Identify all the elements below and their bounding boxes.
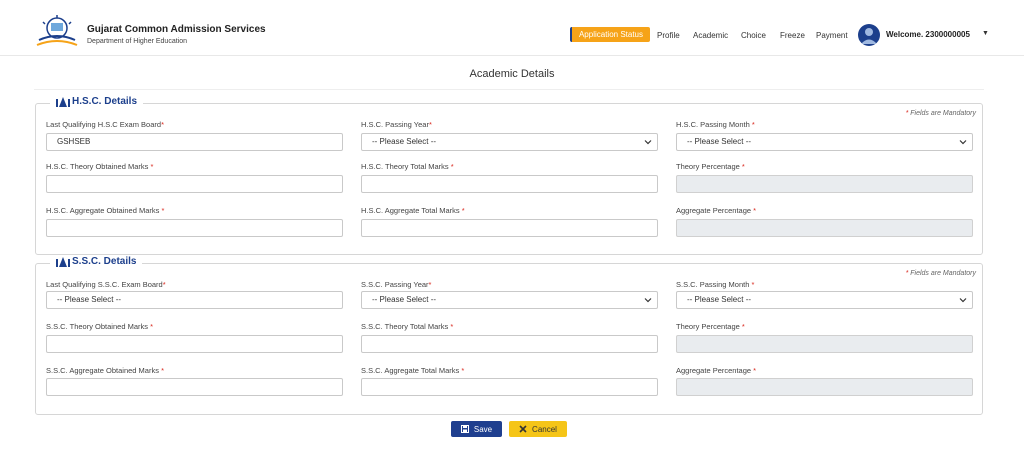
ssc-exam-board-label: Last Qualifying S.S.C. Exam Board* — [46, 280, 166, 289]
hsc-passing-month-select[interactable]: -- Please Select -- — [676, 133, 973, 151]
title-divider — [34, 89, 984, 90]
nav-profile[interactable]: Profile — [657, 31, 680, 40]
ssc-aggregate-total-input[interactable] — [361, 378, 658, 396]
hsc-theory-total-input[interactable] — [361, 175, 658, 193]
ssc-passing-month-label: S.S.C. Passing Month * — [676, 280, 755, 289]
hsc-aggregate-total-label: H.S.C. Aggregate Total Marks * — [361, 206, 465, 215]
hsc-theory-obtained-label: H.S.C. Theory Obtained Marks * — [46, 162, 154, 171]
hsc-aggregate-obtained-input[interactable] — [46, 219, 343, 237]
close-icon — [519, 425, 527, 433]
page-title: Academic Details — [469, 68, 555, 80]
caret-down-icon[interactable]: ▼ — [982, 30, 989, 37]
ssc-theory-percentage-label: Theory Percentage * — [676, 322, 745, 331]
hsc-details-panel: H.S.C. Details * Fields are Mandatory La… — [35, 96, 983, 255]
ssc-passing-year-label: S.S.C. Passing Year* — [361, 280, 432, 289]
hsc-theory-percentage-input — [676, 175, 973, 193]
hsc-passing-year-select[interactable]: -- Please Select -- — [361, 133, 658, 151]
hsc-exam-board-select[interactable]: GSHSEB — [46, 133, 343, 151]
chevron-down-icon — [644, 140, 652, 145]
chevron-down-icon — [959, 298, 967, 303]
hsc-legend-text: H.S.C. Details — [72, 96, 138, 107]
ssc-aggregate-total-label: S.S.C. Aggregate Total Marks * — [361, 366, 465, 375]
gcas-logo-icon — [36, 15, 78, 46]
ssc-theory-total-label: S.S.C. Theory Total Marks * — [361, 322, 454, 331]
hsc-theory-percentage-label: Theory Percentage * — [676, 162, 745, 171]
ssc-theory-percentage-input — [676, 335, 973, 353]
user-icon — [861, 28, 877, 44]
hsc-legend: H.S.C. Details — [50, 96, 144, 107]
ssc-legend-text: S.S.C. Details — [72, 256, 137, 267]
save-label: Save — [473, 424, 493, 434]
ssc-details-panel: S.S.C. Details * Fields are Mandatory La… — [35, 256, 983, 415]
nav-freeze[interactable]: Freeze — [780, 31, 805, 40]
welcome-text[interactable]: Welcome. 2300000005 — [886, 30, 970, 39]
hsc-passing-month-label: H.S.C. Passing Month * — [676, 120, 755, 129]
ssc-aggregate-percentage-input — [676, 378, 973, 396]
hsc-theory-obtained-input[interactable] — [46, 175, 343, 193]
ssc-passing-month-select[interactable]: -- Please Select -- — [676, 291, 973, 309]
brand-subtitle: Department of Higher Education — [87, 38, 187, 45]
ssc-aggregate-percentage-label: Aggregate Percentage * — [676, 366, 757, 375]
user-avatar[interactable] — [858, 24, 880, 46]
floppy-disk-icon — [460, 425, 469, 433]
institution-icon — [56, 256, 70, 267]
top-header: Gujarat Common Admission Services Depart… — [0, 0, 1024, 56]
ssc-theory-obtained-input[interactable] — [46, 335, 343, 353]
hsc-aggregate-percentage-label: Aggregate Percentage * — [676, 206, 757, 215]
ssc-passing-year-select[interactable]: -- Please Select -- — [361, 291, 658, 309]
ssc-theory-total-input[interactable] — [361, 335, 658, 353]
chevron-down-icon — [644, 298, 652, 303]
mandatory-note: * Fields are Mandatory — [905, 270, 976, 277]
nav-choice[interactable]: Choice — [741, 31, 766, 40]
brand-title: Gujarat Common Admission Services — [87, 24, 266, 35]
ssc-aggregate-obtained-input[interactable] — [46, 378, 343, 396]
ssc-exam-board-select[interactable]: -- Please Select -- — [46, 291, 343, 309]
nav-application-status[interactable]: Application Status — [570, 27, 650, 42]
hsc-aggregate-total-input[interactable] — [361, 219, 658, 237]
hsc-theory-total-label: H.S.C. Theory Total Marks * — [361, 162, 454, 171]
ssc-theory-obtained-label: S.S.C. Theory Obtained Marks * — [46, 322, 153, 331]
chevron-down-icon — [959, 140, 967, 145]
ssc-aggregate-obtained-label: S.S.C. Aggregate Obtained Marks * — [46, 366, 164, 375]
hsc-exam-board-label: Last Qualifying H.S.C Exam Board* — [46, 120, 164, 129]
nav-academic[interactable]: Academic — [693, 31, 728, 40]
mandatory-note: * Fields are Mandatory — [905, 110, 976, 117]
hsc-aggregate-percentage-input — [676, 219, 973, 237]
hsc-aggregate-obtained-label: H.S.C. Aggregate Obtained Marks * — [46, 206, 165, 215]
cancel-label: Cancel — [532, 424, 557, 434]
nav-payment[interactable]: Payment — [816, 31, 848, 40]
save-button[interactable]: Save — [451, 421, 502, 437]
ssc-legend: S.S.C. Details — [50, 256, 143, 267]
cancel-button[interactable]: Cancel — [509, 421, 567, 437]
hsc-passing-year-label: H.S.C. Passing Year* — [361, 120, 432, 129]
institution-icon — [56, 96, 70, 107]
